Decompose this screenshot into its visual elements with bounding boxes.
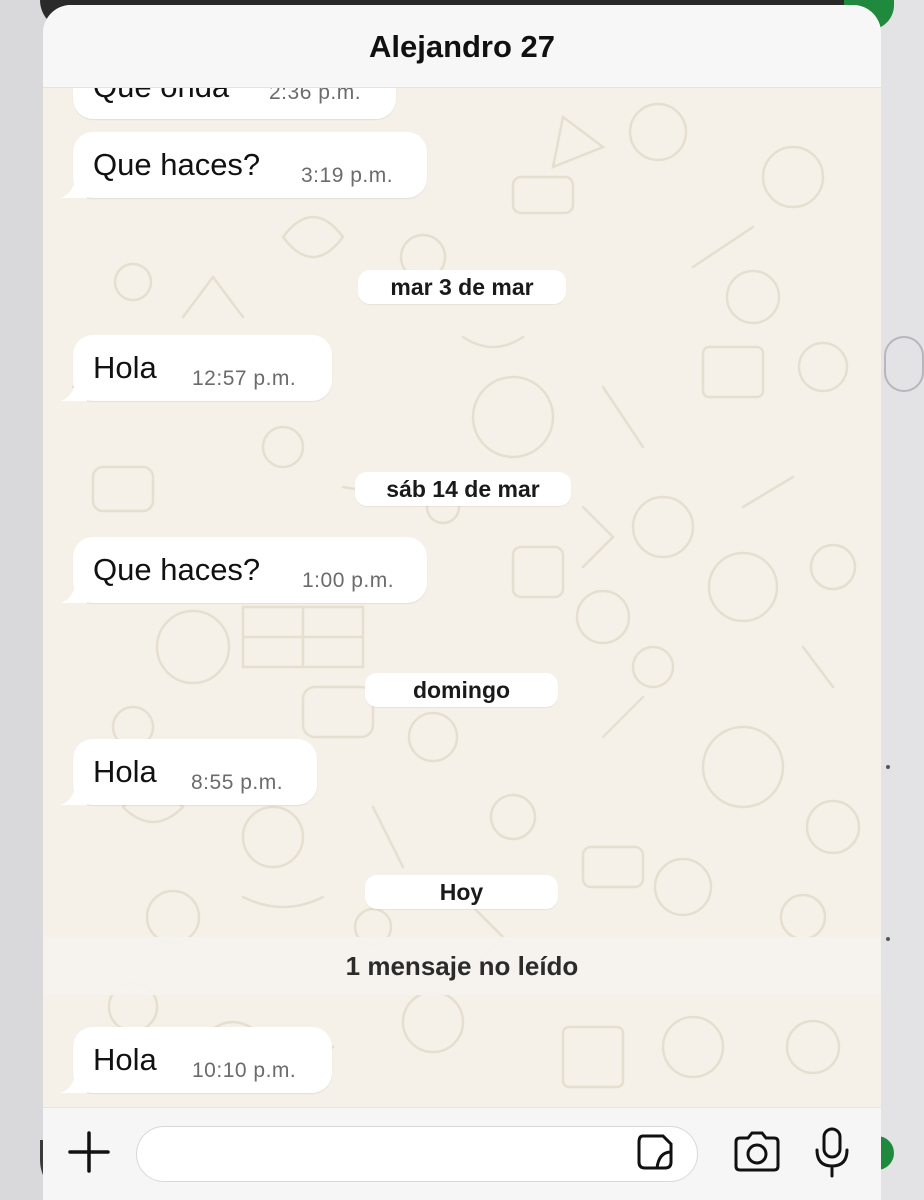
message-text: Hola [93, 754, 157, 789]
date-separator: mar 3 de mar [358, 270, 566, 304]
date-separator: domingo [365, 673, 558, 707]
chat-header: Alejandro 27 [43, 5, 881, 88]
incoming-message[interactable]: Que haces? 1:00 p.m. [61, 537, 427, 603]
background-outline-shape [884, 336, 924, 392]
bubble-tail [61, 379, 87, 401]
plus-icon[interactable] [67, 1130, 111, 1174]
message-time: 1:00 p.m. [302, 569, 395, 592]
date-separator: Hoy [365, 875, 558, 909]
incoming-message[interactable]: Hola 8:55 p.m. [61, 739, 317, 805]
message-text: Que haces? [93, 147, 261, 182]
background-dot [886, 765, 890, 769]
date-label: Hoy [439, 878, 484, 905]
composer-bar [43, 1107, 881, 1200]
message-input-wrapper[interactable] [136, 1126, 698, 1182]
incoming-message[interactable]: Que haces? 3:19 p.m. [61, 132, 427, 198]
unread-messages-banner: 1 mensaje no leído [43, 937, 881, 995]
camera-icon[interactable] [732, 1130, 782, 1174]
date-separator: sáb 14 de mar [355, 472, 571, 506]
incoming-message[interactable]: Hola 10:10 p.m. [61, 1027, 332, 1093]
sticker-icon[interactable] [635, 1132, 675, 1172]
bubble-tail [61, 1071, 87, 1093]
message-time: 8:55 p.m. [191, 771, 284, 794]
message-time: 10:10 p.m. [192, 1059, 297, 1082]
background-dot [886, 937, 890, 941]
unread-label: 1 mensaje no leído [345, 950, 579, 981]
microphone-icon[interactable] [813, 1126, 851, 1178]
message-input[interactable] [157, 1135, 631, 1173]
background-app-right [874, 0, 924, 1200]
message-text: Hola [93, 350, 157, 385]
message-text: Hola [93, 1042, 157, 1077]
chat-window: Alejandro 27 2:36 p.m. Que haces? 3:19 p… [43, 5, 881, 1200]
message-text: Que haces? [93, 552, 261, 587]
incoming-message[interactable]: Que onda 2:36 p.m. [73, 87, 396, 119]
message-time: 12:57 p.m. [192, 367, 297, 390]
message-text: Que onda [93, 87, 229, 105]
bubble-tail [61, 176, 87, 198]
bubble-tail [61, 581, 87, 603]
date-label: domingo [412, 676, 511, 703]
bubble-tail [61, 783, 87, 805]
incoming-message[interactable]: Hola 12:57 p.m. [61, 335, 332, 401]
message-time: 2:36 p.m. [269, 87, 362, 104]
date-label: sáb 14 de mar [386, 475, 540, 502]
message-time: 3:19 p.m. [301, 164, 394, 187]
contact-name[interactable]: Alejandro 27 [369, 29, 555, 65]
message-list[interactable]: Que onda 2:36 p.m. Que haces? 3:19 p.m. … [43, 87, 881, 1107]
date-label: mar 3 de mar [390, 273, 534, 300]
